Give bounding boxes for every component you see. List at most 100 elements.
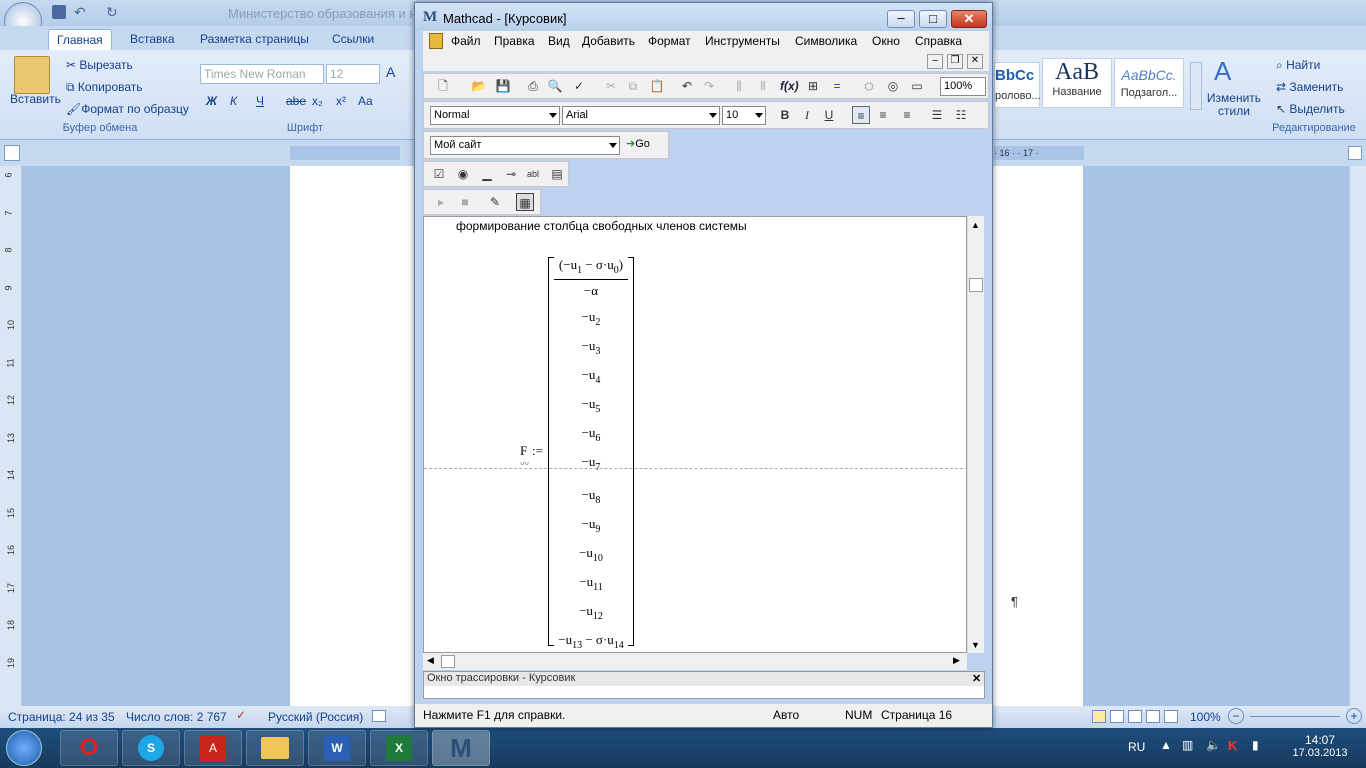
scroll-down-icon[interactable]: ▼	[971, 640, 980, 650]
copy-button[interactable]: ⧉ Копировать	[66, 80, 143, 95]
word-vscroll[interactable]	[1349, 166, 1366, 706]
debug-mode-icon[interactable]: ▦	[516, 193, 534, 211]
zoom-slider[interactable]	[1250, 716, 1340, 717]
insert-component-icon[interactable]: ⛭	[860, 77, 878, 95]
taskbar-excel[interactable]: X	[370, 730, 428, 766]
checkbox-control-icon[interactable]: ☑	[430, 165, 448, 183]
listbox-control-icon[interactable]: ▤	[548, 165, 566, 183]
vector-element[interactable]: −u9	[424, 516, 758, 535]
menu-help[interactable]: Справка	[915, 34, 962, 48]
worksheet-vscroll[interactable]: ▲ ▼	[967, 216, 984, 653]
copy-icon[interactable]: ⧉	[624, 77, 642, 95]
align-left-icon[interactable]: ≡	[852, 106, 870, 124]
scroll-right-icon[interactable]: ▶	[953, 655, 960, 666]
outline-icon[interactable]	[1146, 710, 1160, 723]
align-down-icon[interactable]: ⫴	[754, 77, 772, 95]
style-normal-preview[interactable]: BbCc ролово...	[994, 62, 1041, 108]
taskbar-word[interactable]: W	[308, 730, 366, 766]
font-name-select[interactable]: Times New Roman	[200, 64, 324, 84]
tray-antivirus-icon[interactable]: K	[1228, 738, 1237, 753]
web-layout-icon[interactable]	[1128, 710, 1142, 723]
textbox-control-icon[interactable]: abl	[524, 165, 542, 183]
undo-icon[interactable]: ↶	[74, 4, 86, 21]
view-ruler-icon[interactable]	[1348, 146, 1362, 160]
start-button[interactable]	[6, 730, 42, 766]
menu-tools[interactable]: Инструменты	[705, 34, 780, 48]
tray-expand-icon[interactable]: ▲	[1160, 738, 1172, 752]
save-icon[interactable]: 💾	[494, 77, 512, 95]
italic-button[interactable]: I	[798, 106, 816, 124]
vector-element[interactable]: −u3	[424, 338, 758, 357]
doc-restore-button[interactable]: ❐	[947, 54, 963, 69]
align-center-icon[interactable]: ≡	[874, 106, 892, 124]
vector-element[interactable]: −u13 − σ·u14	[424, 632, 758, 651]
tray-clock[interactable]: 14:07 17.03.2013	[1290, 733, 1350, 759]
minimize-button[interactable]: –	[887, 10, 915, 28]
cut-icon[interactable]: ✂	[602, 77, 620, 95]
slider-control-icon[interactable]: ⊸	[502, 165, 520, 183]
close-button[interactable]: ✕	[951, 10, 987, 28]
view-buttons[interactable]	[1092, 710, 1192, 724]
tray-language[interactable]: RU	[1128, 740, 1145, 754]
zoom-select[interactable]: 100%	[940, 77, 986, 96]
style-select[interactable]: Normal	[430, 106, 560, 125]
menu-insert[interactable]: Добавить	[582, 34, 635, 48]
underline-button[interactable]: U	[820, 106, 838, 124]
worksheet[interactable]: формирование столбца свободных членов си…	[423, 216, 968, 653]
underline-button[interactable]: Ч	[256, 94, 264, 108]
paste-icon[interactable]: 📋	[648, 77, 666, 95]
status-zoom[interactable]: 100%	[1190, 710, 1221, 724]
draft-icon[interactable]	[1164, 710, 1178, 723]
comment-text[interactable]: формирование столбца свободных членов си…	[456, 219, 747, 233]
trace-icon[interactable]: ✎	[486, 193, 504, 211]
tray-network-icon[interactable]: ▥	[1182, 738, 1193, 752]
stop-icon[interactable]: ■	[456, 193, 474, 211]
redo-icon[interactable]: ↻	[106, 4, 118, 21]
redo-icon[interactable]: ↷	[700, 77, 718, 95]
vector-element[interactable]: −α	[424, 283, 758, 299]
bold-button[interactable]: Ж	[206, 94, 217, 108]
menu-edit[interactable]: Правка	[494, 34, 535, 48]
fullscreen-reading-icon[interactable]	[1110, 710, 1124, 723]
print-preview-icon[interactable]: 🔍	[546, 77, 564, 95]
style-subtitle-preview[interactable]: AaBbCc. Подзагол...	[1114, 58, 1184, 108]
vector-element[interactable]: −u4	[424, 367, 758, 386]
change-case-button[interactable]: Aa	[358, 94, 373, 108]
resource-center-icon[interactable]: ◎	[884, 77, 902, 95]
hscroll-thumb[interactable]	[441, 655, 455, 668]
grow-font-icon[interactable]: A	[386, 64, 395, 80]
vector-element[interactable]: −u8	[424, 487, 758, 506]
menu-window[interactable]: Окно	[872, 34, 900, 48]
print-layout-icon[interactable]	[1092, 710, 1106, 723]
vector-element[interactable]: (−u1 − σ·u0)	[424, 257, 758, 276]
radio-control-icon[interactable]: ◉	[454, 165, 472, 183]
go-button[interactable]: ➜Go	[626, 137, 650, 150]
bullets-icon[interactable]: ☰	[928, 106, 946, 124]
macro-icon[interactable]	[372, 710, 386, 722]
subscript-button[interactable]: x₂	[312, 94, 323, 108]
cut-button[interactable]: ✂ Вырезать	[66, 58, 133, 72]
font-select[interactable]: Arial	[562, 106, 720, 125]
scroll-up-icon[interactable]: ▲	[971, 220, 980, 230]
strike-button[interactable]: abe	[286, 94, 306, 108]
save-icon[interactable]	[52, 5, 66, 19]
style-title-preview[interactable]: AaB Название	[1042, 58, 1112, 108]
maximize-button[interactable]: □	[919, 10, 947, 28]
tab-layout[interactable]: Разметка страницы	[192, 29, 317, 50]
align-right-icon[interactable]: ≡	[898, 106, 916, 124]
menu-view[interactable]: Вид	[548, 34, 570, 48]
vector-element[interactable]: −u7	[424, 454, 758, 473]
vscroll-thumb[interactable]	[969, 278, 983, 292]
align-icon[interactable]: ⫼	[730, 77, 748, 95]
taskbar-opera[interactable]: O	[60, 730, 118, 766]
doc-icon[interactable]	[429, 33, 443, 49]
status-page[interactable]: Страница: 24 из 35	[8, 710, 115, 724]
button-control-icon[interactable]: ▁	[478, 165, 496, 183]
menu-symbolics[interactable]: Символика	[795, 34, 857, 48]
trace-close-icon[interactable]: ✕	[972, 672, 981, 685]
bold-button[interactable]: B	[776, 106, 794, 124]
calculate-icon[interactable]: =	[828, 77, 846, 95]
italic-button[interactable]: К	[230, 94, 237, 108]
print-icon[interactable]: ⎙	[524, 77, 542, 95]
taskbar-mathcad[interactable]: M	[432, 730, 490, 766]
